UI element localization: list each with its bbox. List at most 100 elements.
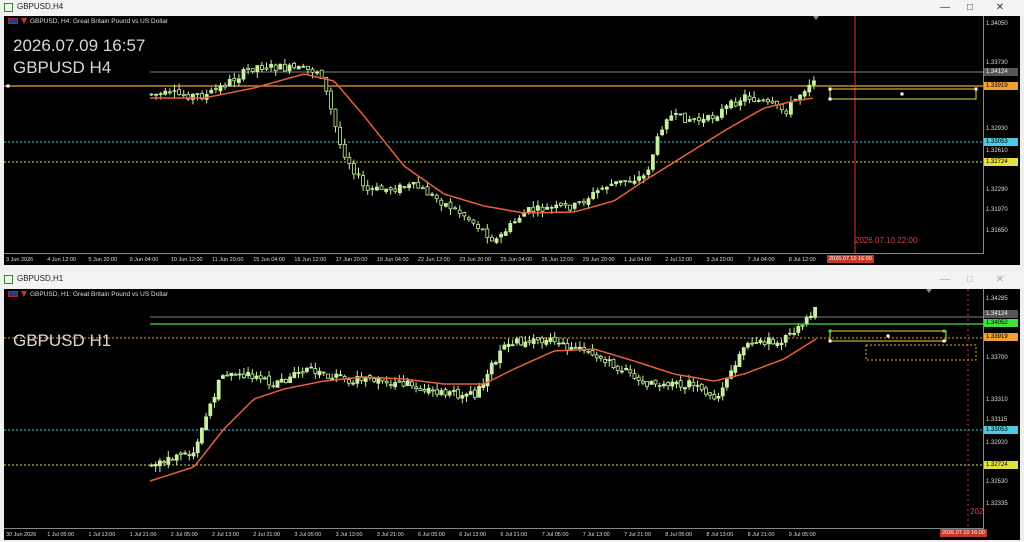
- candle-body: [701, 118, 706, 123]
- candle-body: [784, 110, 789, 115]
- h1-x-tick: 1 Jul 13:00: [88, 532, 116, 538]
- candle-body: [678, 380, 683, 388]
- candle-body: [356, 173, 361, 176]
- h4-chart-area[interactable]: GBPUSD, H4: Great Britain Pound vs US Do…: [4, 16, 1020, 265]
- candle-body: [296, 372, 301, 374]
- candle-body: [149, 93, 154, 96]
- candle-body: [466, 217, 471, 221]
- h4-price-axis[interactable]: 1.34050 1.33730 1.32930 1.32610 1.32290 …: [983, 16, 1020, 253]
- candle-body: [708, 392, 712, 396]
- candle-body: [641, 175, 646, 179]
- h4-cyan-level-badge: 1.33053: [984, 138, 1018, 146]
- maximize-button[interactable]: □: [960, 1, 980, 15]
- ohlc-toggle-icon[interactable]: [21, 291, 27, 298]
- candle-body: [752, 97, 756, 102]
- candle-body: [334, 373, 339, 378]
- h4-x-tick: 3 Jul 20:00: [706, 257, 734, 263]
- candle-body: [628, 369, 633, 374]
- h4-x-tick: 29 Jun 20:00: [582, 257, 615, 263]
- candle-body: [591, 191, 595, 199]
- candle-body: [779, 104, 784, 111]
- h4-x-tick: 11 Jun 20:00: [212, 257, 244, 263]
- h4-title-bar[interactable]: GBPUSD,H4 — □ ✕: [0, 0, 1024, 16]
- candle-body: [330, 377, 335, 380]
- candle-body: [365, 185, 370, 191]
- h4-symbol-overlay: GBPUSD H4: [13, 58, 112, 77]
- h1-title-bar[interactable]: GBPUSD,H1 — □ ✕: [0, 272, 1024, 288]
- close-button[interactable]: ✕: [990, 273, 1010, 287]
- h1-time-axis[interactable]: 30 Jun 2026 1 Jul 05:00 1 Jul 13:00 1 Jul 2…: [4, 528, 984, 540]
- candle-body: [704, 387, 708, 395]
- candle-body: [370, 188, 375, 190]
- candle-body: [544, 339, 549, 345]
- h1-price-axis[interactable]: 1.34285 1.33700 1.33310 1.33115 1.32920 …: [983, 289, 1020, 528]
- candle-body: [695, 384, 700, 387]
- h1-window-title: GBPUSD,H1: [17, 274, 64, 283]
- candle-body: [618, 180, 623, 183]
- candle-body: [262, 377, 267, 380]
- minimize-button[interactable]: —: [935, 1, 955, 15]
- ohlc-toggle-icon[interactable]: [21, 18, 27, 25]
- candle-body: [218, 85, 223, 92]
- h1-y-tick: 1.34285: [986, 296, 1008, 302]
- candle-body: [720, 387, 725, 397]
- h1-x-tick: 3 Jul 13:00: [335, 532, 363, 538]
- h1-y-tick: 1.33115: [986, 417, 1008, 423]
- candle-body: [213, 88, 218, 90]
- candle-body: [279, 378, 284, 383]
- candle-body: [620, 370, 624, 373]
- candle-body: [269, 64, 274, 68]
- candle-body: [149, 464, 154, 467]
- candle-body: [674, 113, 678, 115]
- candle-body: [646, 169, 651, 175]
- candle-body: [770, 100, 775, 104]
- candle-body: [724, 105, 729, 110]
- h1-x-tick: 7 Jul 05:00: [541, 532, 569, 538]
- candle-body: [678, 113, 683, 116]
- candle-body: [779, 342, 784, 346]
- chart-window-icon: [4, 3, 13, 12]
- candle-body: [590, 350, 595, 356]
- candle-body: [586, 198, 591, 205]
- candle-body: [301, 65, 306, 68]
- chart-shift-marker-icon: [926, 289, 932, 293]
- h4-x-tick: 26 Jun 12:00: [541, 257, 574, 263]
- candle-body: [460, 395, 465, 399]
- candle-body: [540, 337, 544, 344]
- candle-body: [725, 378, 729, 388]
- candle-body: [645, 381, 649, 387]
- candle-body: [282, 63, 287, 72]
- candle-body: [372, 378, 377, 382]
- candle-body: [568, 204, 572, 211]
- candle-body: [254, 375, 259, 379]
- candle-body: [737, 354, 742, 368]
- candle-body: [236, 78, 241, 83]
- candle-body: [338, 126, 343, 145]
- candle-body: [651, 154, 655, 170]
- candle-body: [258, 375, 263, 380]
- candle-body: [632, 180, 637, 184]
- candle-body: [526, 207, 531, 214]
- h1-x-tick: 2 Jul 13:00: [212, 532, 239, 538]
- candle-body: [347, 156, 352, 164]
- candle-body: [802, 91, 807, 97]
- candle-body: [716, 396, 721, 399]
- candle-body: [393, 382, 398, 388]
- close-button[interactable]: ✕: [990, 1, 1010, 15]
- candle-body: [426, 388, 431, 394]
- h4-chart-window: GBPUSD,H4 — □ ✕ GBPUSD, H4: Great Britai…: [0, 0, 1024, 268]
- candle-body: [510, 344, 515, 347]
- maximize-button[interactable]: □: [960, 273, 980, 287]
- candle-body: [641, 380, 645, 384]
- candle-body: [167, 91, 172, 94]
- candle-body: [506, 343, 511, 348]
- candle-body: [710, 115, 715, 119]
- minimize-button[interactable]: —: [935, 273, 955, 287]
- h1-chart-area[interactable]: GBPUSD, H1: Great Britain Pound vs US Do…: [4, 289, 1020, 540]
- candle-body: [283, 378, 288, 383]
- h1-green-level-badge: 1.34052: [984, 319, 1018, 327]
- candle-body: [471, 219, 476, 224]
- candle-body: [493, 362, 498, 365]
- candle-body: [636, 376, 641, 381]
- candle-body: [559, 202, 563, 206]
